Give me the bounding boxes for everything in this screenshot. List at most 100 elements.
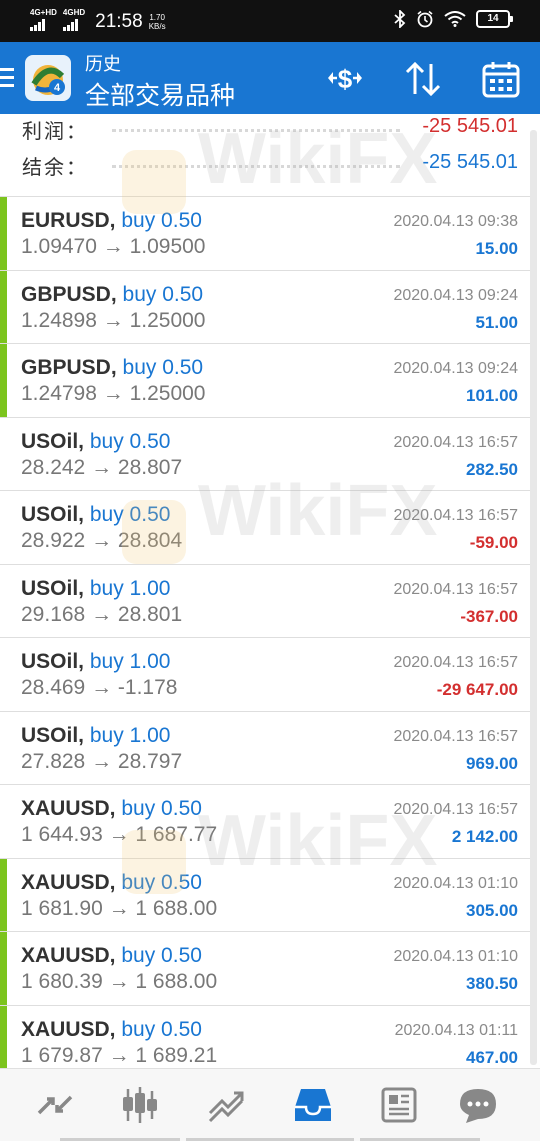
speed-value: 1.70 [149,13,165,22]
currency-exchange-icon[interactable]: $ [324,58,366,100]
signal-group-1: 4G+HD [30,8,57,36]
watermark-logo [122,830,186,894]
trade-profit: -59.00 [469,533,518,552]
trade-prices: 1.09470 → 1.09500 [21,235,206,258]
trade-symbol: GBPUSD, [21,356,117,379]
trade-profit: -367.00 [460,606,518,626]
trade-row[interactable]: GBPUSD, buy 0.50 1.24798 → 1.25000 2020.04… [0,343,530,417]
trade-side: buy 0.50 [121,797,202,820]
symbol-filter-title[interactable]: 全部交易品种 [85,76,235,112]
position-accent-bar [0,197,7,270]
trade-side: buy 1.00 [89,650,171,673]
trade-symbol: USOil, [21,503,85,526]
signal-bars-icon [62,19,78,31]
trade-row[interactable]: XAUUSD, buy 0.50 1 680.39 → 1 688.00 2020.… [0,931,530,1005]
trade-time: 2020.04.13 16:57 [393,580,518,598]
trade-profit: 380.50 [466,974,518,993]
trade-time: 2020.04.13 16:57 [393,727,518,745]
status-right: 14 [394,10,513,28]
trade-time: 2020.04.13 16:57 [393,433,518,451]
status-left: 4G+HD 4GHD 21:58 1.70 KB/s [30,8,166,36]
watermark-text: WikiFX [198,471,438,551]
trade-prices: 28.242 → 28.807 [21,455,183,479]
profit-label: 利润： [22,121,88,143]
trade-symbol: XAUUSD, [21,797,116,820]
metatrader-logo-icon[interactable]: 4 [24,54,72,102]
trade-profit: 305.00 [466,900,518,920]
news-icon[interactable] [377,1083,421,1127]
trade-symbol: USOil, [21,723,85,747]
trade-prices: 1.24898 → 1.25000 [21,308,206,332]
trade-side: buy 0.50 [121,944,202,967]
trade-symbol-line: XAUUSD, buy 0.50 [21,944,202,968]
trade-profit: 2 142.00 [451,827,518,846]
trade-time: 2020.04.13 16:57 [393,654,518,671]
svg-text:4: 4 [54,82,61,94]
trade-symbol-line: USOil, buy 1.00 [21,577,170,601]
watermark-text: WikiFX [198,119,438,199]
signal-group-2: 4GHD [62,8,86,36]
sort-icon[interactable] [402,58,444,100]
trade-side: buy 0.50 [121,1017,202,1041]
network-type-1: 4G+HD [30,8,57,17]
position-accent-bar [0,270,7,343]
trade-icon[interactable] [204,1083,248,1127]
trade-row[interactable]: GBPUSD, buy 0.50 1.24898 → 1.25000 2020.04… [0,269,530,343]
position-accent-bar [0,858,7,931]
battery-icon: 14 [476,10,513,28]
watermark-logo [122,150,186,214]
position-accent-bar [0,932,7,1005]
watermark-logo [122,500,186,564]
trade-prices: 1 681.90 → 1 688.00 [21,896,218,920]
trade-profit: 282.50 [466,459,518,479]
trade-side: buy 0.50 [122,282,204,306]
signal-bars-icon [30,19,45,31]
app-header: 4 历史 全部交易品种 $ [0,42,540,114]
trade-prices: 1 680.39 → 1 688.00 [21,970,218,993]
trade-profit: -29 647.00 [436,680,518,699]
clock: 21:58 [95,11,143,32]
network-speed: 1.70 KB/s [149,13,166,31]
trade-profit: 15.00 [475,239,518,258]
trade-time: 2020.04.13 09:38 [393,213,518,230]
trade-prices: 1 644.93 → 1 687.77 [21,823,218,846]
trade-symbol-line: USOil, buy 0.50 [21,430,170,454]
status-bar: 4G+HD 4GHD 21:58 1.70 KB/s 14 [0,0,540,42]
chat-icon[interactable] [456,1083,500,1127]
watermark-text: WikiFX [198,801,438,881]
alarm-icon [417,10,433,28]
trade-prices: 1.24798 → 1.25000 [21,382,206,405]
trade-row[interactable]: USOil, buy 1.00 29.168 → 28.801 2020.04.13… [0,563,530,638]
trade-profit: 467.00 [466,1047,518,1067]
trade-profit: 51.00 [475,312,518,332]
trade-symbol-line: XAUUSD, buy 0.50 [21,1018,202,1042]
calendar-icon[interactable] [480,58,522,100]
history-icon[interactable] [291,1083,335,1127]
trade-symbol: USOil, [21,576,85,600]
trade-row[interactable]: EURUSD, buy 0.50 1.09470 → 1.09500 2020.04… [0,196,530,270]
trade-time: 2020.04.13 09:24 [393,360,518,377]
trade-history-list: EURUSD, buy 0.50 1.09470 → 1.09500 2020.04… [0,196,530,1078]
trade-prices: 1 679.87 → 1 689.21 [21,1043,218,1067]
chart-icon[interactable] [118,1083,162,1127]
bottom-navigation [0,1068,540,1141]
trade-time: 2020.04.13 01:10 [393,948,518,965]
trade-symbol: XAUUSD, [21,1017,116,1041]
trade-symbol: EURUSD, [21,209,116,232]
network-type-2: 4GHD [62,8,86,17]
trade-prices: 27.828 → 28.797 [21,749,183,773]
scrollbar[interactable] [530,130,537,1065]
trade-row[interactable]: USOil, buy 1.00 27.828 → 28.797 2020.04.13… [0,710,530,785]
trade-row[interactable]: XAUUSD, buy 0.50 1 679.87 → 1 689.21 2020.… [0,1004,530,1078]
trade-prices: 29.168 → 28.801 [21,602,183,626]
quotes-icon[interactable] [33,1083,77,1127]
trade-side: buy 0.50 [122,356,204,379]
menu-icon[interactable] [0,68,14,92]
trade-side: buy 1.00 [89,576,171,600]
trade-row[interactable]: USOil, buy 1.00 28.469 → -1.178 2020.04.13… [0,637,530,711]
trade-symbol: USOil, [21,429,85,453]
balance-label: 结余： [22,157,88,179]
speed-unit: KB/s [148,22,166,31]
trade-symbol-line: USOil, buy 1.00 [21,650,170,674]
position-accent-bar [0,344,7,417]
